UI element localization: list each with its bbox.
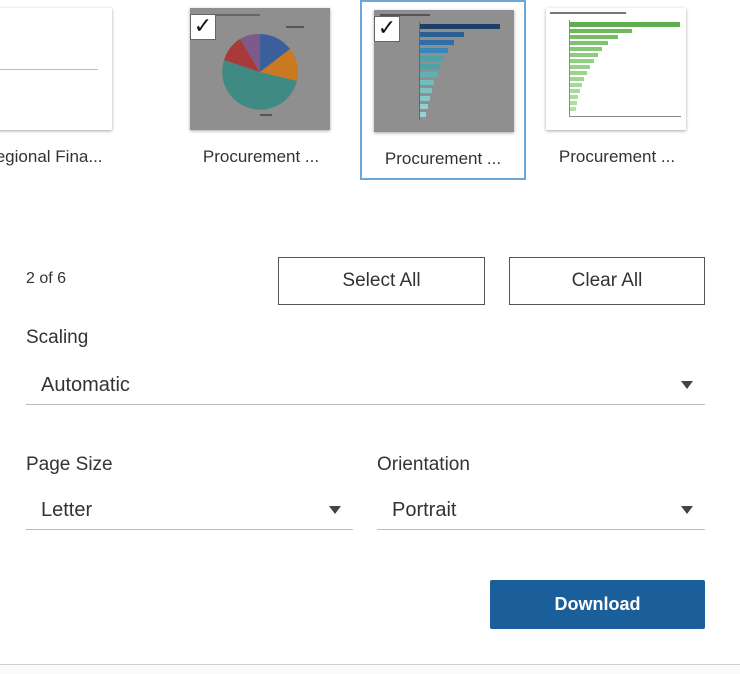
sheet-thumbnails: Regional Fina... ✓ Procurement ... xyxy=(0,0,740,185)
page-size-select[interactable]: Letter xyxy=(26,490,353,530)
chevron-down-icon xyxy=(329,506,341,514)
page-size-label: Page Size xyxy=(26,454,113,475)
thumbnail-label: Procurement ... xyxy=(558,147,676,166)
checkmark-icon[interactable]: ✓ xyxy=(190,14,216,40)
thumbnail-label: Regional Fina... xyxy=(0,147,103,166)
scaling-select[interactable]: Automatic xyxy=(26,365,705,405)
scaling-value: Automatic xyxy=(41,374,130,396)
thumbnail-procurement-hbar[interactable]: Procurement ... xyxy=(534,0,700,180)
thumbnail-procurement-pie[interactable]: ✓ Procurement ... xyxy=(178,0,344,180)
thumbnail-label: Procurement ... xyxy=(202,147,320,166)
download-button[interactable]: Download xyxy=(490,580,705,629)
thumbnail-procurement-bar[interactable]: ✓ Procurement ... xyxy=(360,0,526,180)
thumbnail-regional-finance[interactable]: Regional Fina... xyxy=(0,0,126,180)
checkmark-icon[interactable]: ✓ xyxy=(374,16,400,42)
selection-count: 2 of 6 xyxy=(26,270,67,287)
thumbnail-image xyxy=(546,8,686,130)
scaling-label: Scaling xyxy=(26,327,89,348)
orientation-label: Orientation xyxy=(377,454,470,475)
orientation-select[interactable]: Portrait xyxy=(377,490,705,530)
page-size-value: Letter xyxy=(41,499,93,521)
chevron-down-icon xyxy=(681,506,693,514)
clear-all-button[interactable]: Clear All xyxy=(509,257,705,305)
select-all-button[interactable]: Select All xyxy=(278,257,485,305)
horizontal-bar-chart-preview xyxy=(550,12,681,117)
chevron-down-icon xyxy=(681,381,693,389)
thumbnail-image xyxy=(0,8,112,130)
orientation-value: Portrait xyxy=(392,499,457,521)
thumbnail-label: Procurement ... xyxy=(384,149,502,168)
